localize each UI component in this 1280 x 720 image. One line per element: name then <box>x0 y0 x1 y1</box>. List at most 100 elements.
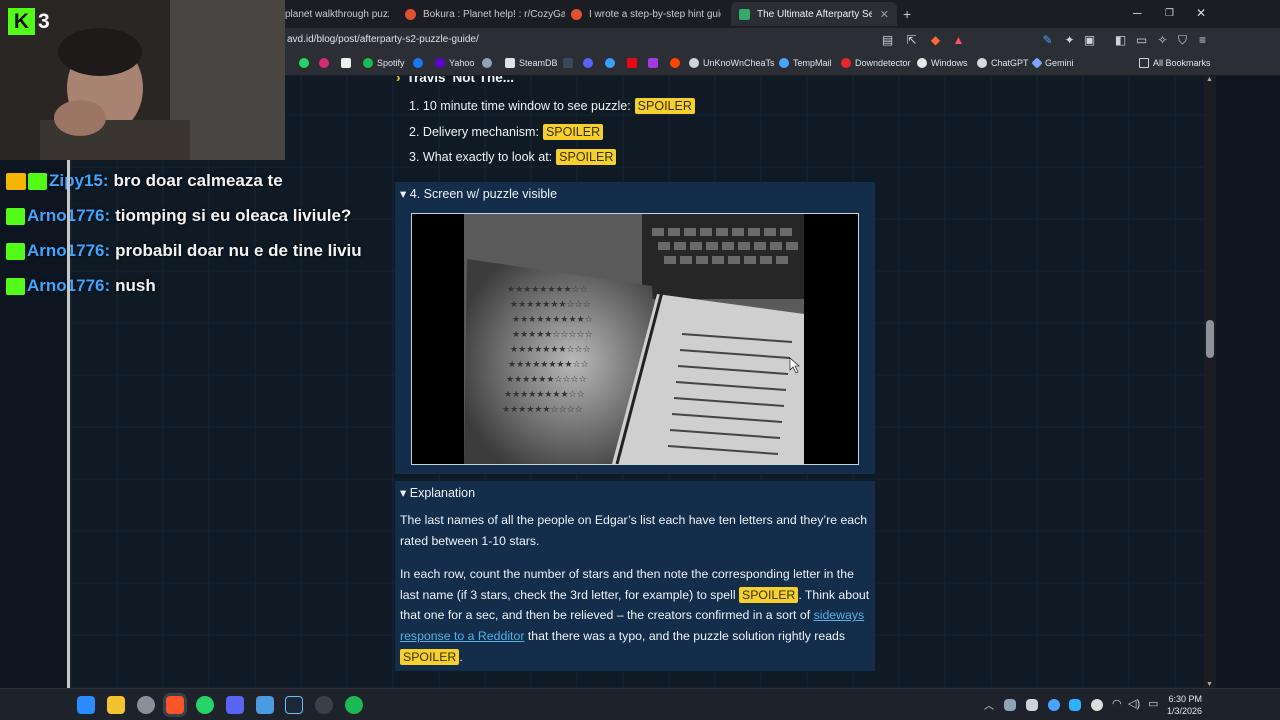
microphone-icon[interactable] <box>1091 699 1103 711</box>
reddit-bookmark[interactable] <box>670 58 684 68</box>
tab-walkthrough[interactable]: planet walkthrough puzzles 2 <box>285 2 389 26</box>
spoiler-tag[interactable]: SPOILER <box>542 124 604 140</box>
vpn-icon[interactable]: ⛉ <box>1176 34 1189 47</box>
bookmark-label: Downdetector <box>855 58 911 68</box>
paragraph-text: that there was a typo, and the puzzle so… <box>527 629 846 644</box>
screen-details-panel: ▾ 4. Screen w/ puzzle visible ★★★★★★★★☆☆… <box>395 182 875 474</box>
all-bookmarks-label: All Bookmarks <box>1153 58 1211 68</box>
brave-rewards-icon[interactable]: ▲ <box>952 34 965 47</box>
bookmark-steamdb[interactable]: SteamDB <box>505 58 558 68</box>
scroll-down-icon[interactable]: ▼ <box>1206 681 1213 688</box>
share-icon[interactable]: ⇱ <box>905 34 918 47</box>
list-text: Delivery mechanism: <box>422 125 539 139</box>
minimize-icon[interactable]: ─ <box>1133 6 1142 20</box>
wifi-icon[interactable]: ◠ <box>1112 697 1122 710</box>
settings-icon[interactable] <box>137 696 155 714</box>
url-field[interactable]: avd.id/blog/post/afterparty-s2-puzzle-gu… <box>287 34 479 45</box>
tray-network-icon[interactable] <box>1069 699 1081 711</box>
list-text: 10 minute time window to see puzzle: <box>422 99 631 113</box>
scrollbar-thumb[interactable] <box>1206 320 1214 358</box>
screen-details-summary[interactable]: ▾ 4. Screen w/ puzzle visible <box>400 186 557 201</box>
tab-reddit-hint-guide[interactable]: I wrote a step-by-step hint guide + c <box>571 2 721 26</box>
discord-icon[interactable] <box>226 696 244 714</box>
volume-icon[interactable]: ◁) <box>1128 697 1140 710</box>
spotify-icon[interactable] <box>345 696 363 714</box>
tab-bar: planet walkthrough puzzles 2 Bokura : Pl… <box>285 0 1280 28</box>
tray-overflow-icon[interactable]: ︿ <box>984 697 994 712</box>
close-tab-icon[interactable]: ✕ <box>880 8 889 21</box>
bookmark-spotify[interactable]: Spotify <box>363 58 405 68</box>
steam-icon[interactable] <box>285 696 303 714</box>
bookmark-gemini[interactable]: Gemini <box>1031 57 1074 69</box>
photos-icon[interactable] <box>256 696 274 714</box>
battery-icon[interactable]: ▭ <box>1148 697 1158 710</box>
netflix-bookmark[interactable] <box>627 58 641 68</box>
m-bookmark[interactable] <box>648 58 662 68</box>
brave-shields-icon[interactable]: ◆ <box>929 34 942 47</box>
restore-icon[interactable]: ❐ <box>1165 8 1174 19</box>
system-clock[interactable]: 6:30 PM 1/3/2026 <box>1167 693 1202 717</box>
bookmark-label: UnKnoWnCheaTs <box>703 58 775 68</box>
translate-icon[interactable]: ✎ <box>1041 34 1054 47</box>
circle-bookmark[interactable] <box>605 58 619 68</box>
site-favicon <box>739 8 750 20</box>
bookmark-windows[interactable]: Windows <box>917 58 968 68</box>
steam-bookmark[interactable] <box>482 58 496 68</box>
fl-bookmark[interactable] <box>563 58 577 68</box>
new-tab-button[interactable]: + <box>903 2 919 26</box>
chat-text: tiomping si eu oleaca liviule? <box>115 206 352 225</box>
extensions-icon[interactable]: ✦ <box>1063 34 1076 47</box>
tab-afterparty-guide[interactable]: The Ultimate Afterparty Season ✕ <box>731 2 897 26</box>
address-bar: avd.id/blog/post/afterparty-s2-puzzle-gu… <box>285 28 1280 54</box>
facebook-bookmark[interactable] <box>413 58 427 68</box>
screenshot-icon[interactable]: ▣ <box>1083 34 1096 47</box>
subscriber-badge-icon <box>6 207 25 225</box>
reddit-icon <box>670 58 680 68</box>
bookmark-chatgpt[interactable]: ChatGPT <box>977 58 1029 68</box>
tray-steam-icon[interactable] <box>1004 699 1016 711</box>
gemini-icon <box>1031 57 1043 69</box>
obs-icon[interactable] <box>315 696 333 714</box>
spoiler-tag[interactable]: SPOILER <box>400 648 460 665</box>
bookmark-label: Yahoo <box>449 58 475 68</box>
kick-viewer-count: 3 <box>38 10 50 33</box>
tray-app-icon[interactable] <box>1026 699 1038 711</box>
all-bookmarks[interactable]: All Bookmarks <box>1139 58 1211 68</box>
svg-text:★★★★★★★★★☆: ★★★★★★★★★☆ <box>512 315 593 325</box>
wallet-icon[interactable]: ▭ <box>1135 34 1148 47</box>
overlay-divider <box>67 160 70 688</box>
scroll-up-icon[interactable]: ▲ <box>1206 76 1213 83</box>
tray-update-icon[interactable] <box>1048 699 1060 711</box>
bookmark-yahoo[interactable]: Yahoo <box>435 58 474 68</box>
tab-reddit-bokura[interactable]: Bokura : Planet help! : r/CozyGamers <box>405 2 565 26</box>
bookmark-downdetector[interactable]: Downdetector <box>841 58 911 68</box>
explanation-summary[interactable]: ▾ Explanation <box>400 485 475 500</box>
page-scrollbar[interactable]: ▲ ▼ <box>1204 76 1216 688</box>
kick-logo: K3 <box>8 8 52 38</box>
whatsapp-bookmark[interactable] <box>299 58 313 68</box>
sidebar-icon[interactable]: ◧ <box>1114 34 1127 47</box>
bookmark-label: Gemini <box>1045 58 1074 68</box>
x-bookmark[interactable] <box>341 58 355 68</box>
bookmark-label: Windows <box>931 58 968 68</box>
reddit-icon <box>571 8 582 20</box>
start-menu-icon[interactable] <box>77 696 95 714</box>
bookmark-unknowncheats[interactable]: UnKnoWnCheaTs <box>689 58 775 68</box>
discord-bookmark[interactable] <box>583 58 597 68</box>
file-explorer-icon[interactable] <box>107 696 125 714</box>
spoiler-tag[interactable]: SPOILER <box>556 149 617 165</box>
paragraph-text: . <box>459 649 463 664</box>
spoiler-tag[interactable]: SPOILER <box>634 98 695 114</box>
folder-icon <box>1139 58 1149 68</box>
whatsapp-icon[interactable] <box>196 696 214 714</box>
bookmark-tempmail[interactable]: TempMail <box>779 58 832 68</box>
chat-message: Zipy15: bro doar calmeaza te <box>6 171 283 191</box>
leo-ai-icon[interactable]: ✧ <box>1156 34 1169 47</box>
instagram-bookmark[interactable] <box>319 58 333 68</box>
window-close-icon[interactable]: ✕ <box>1196 6 1206 20</box>
brave-browser-icon[interactable] <box>166 696 184 714</box>
reader-mode-icon[interactable]: ▤ <box>881 34 894 47</box>
section-heading-text: Travis' Not The... <box>406 76 515 85</box>
spoiler-tag[interactable]: SPOILER <box>739 586 799 603</box>
menu-icon[interactable]: ≡ <box>1196 34 1209 47</box>
